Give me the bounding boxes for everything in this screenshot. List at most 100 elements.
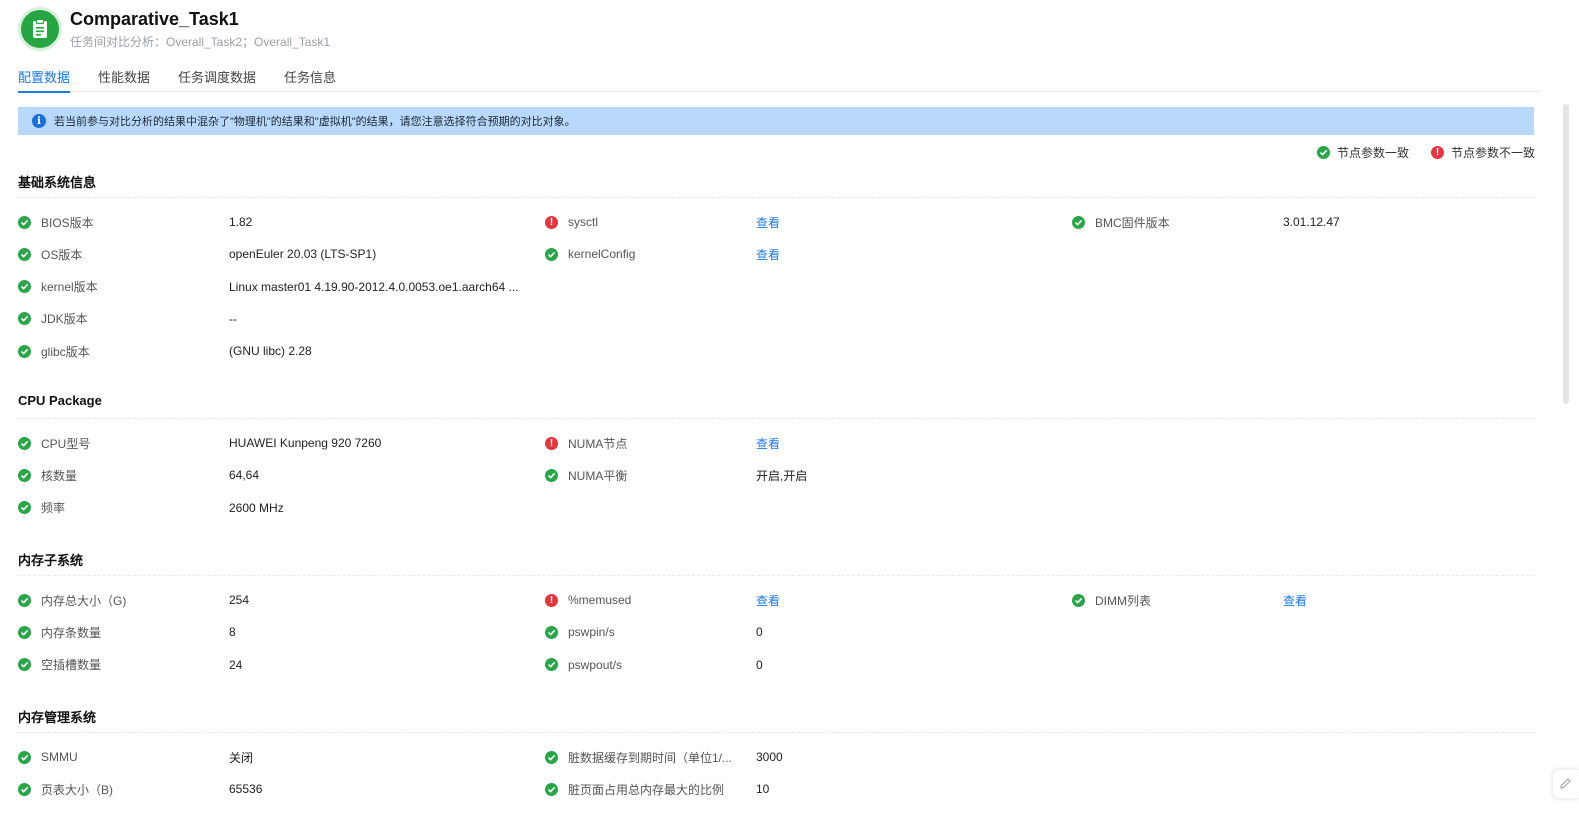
param-label-cell: glibc版本 bbox=[18, 341, 90, 361]
param-value: 1.82 bbox=[229, 215, 253, 229]
view-link[interactable]: 查看 bbox=[756, 244, 780, 264]
param-label: SMMU bbox=[41, 750, 78, 764]
check-circle-icon bbox=[18, 312, 31, 326]
param-label-cell: BMC固件版本 bbox=[1072, 212, 1170, 232]
param-label-cell: ! sysctl bbox=[545, 212, 598, 232]
check-circle-icon bbox=[545, 658, 558, 672]
param-row: glibc版本 (GNU libc) 2.28 bbox=[18, 341, 1534, 373]
param-label-cell: BIOS版本 bbox=[18, 212, 94, 232]
param-label-cell: 核数量 bbox=[18, 465, 77, 485]
param-label-cell: 脏数据缓存到期时间（单位1/... bbox=[545, 747, 732, 767]
param-label-cell: ! NUMA节点 bbox=[545, 433, 627, 453]
param-label: CPU型号 bbox=[41, 436, 91, 451]
param-label-cell: SMMU bbox=[18, 747, 78, 767]
page-title: Comparative_Task1 bbox=[70, 9, 239, 29]
alert-text: 若当前参与对比分析的结果中混杂了"物理机"的结果和"虚拟机"的结果，请您注意选择… bbox=[54, 116, 576, 128]
param-value: 2600 MHz bbox=[229, 500, 284, 515]
check-circle-icon bbox=[545, 625, 558, 639]
param-value: 65536 bbox=[229, 782, 263, 797]
view-link[interactable]: 查看 bbox=[756, 212, 780, 232]
param-value: 8 bbox=[229, 625, 236, 640]
check-circle-icon bbox=[18, 501, 31, 515]
param-label: pswpin/s bbox=[568, 625, 615, 640]
param-value: 64,64 bbox=[229, 468, 260, 483]
view-link[interactable]: 查看 bbox=[1283, 590, 1307, 610]
param-label: kernelConfig bbox=[568, 247, 636, 262]
info-alert: i 若当前参与对比分析的结果中混杂了"物理机"的结果和"虚拟机"的结果，请您注意… bbox=[18, 107, 1534, 135]
view-link[interactable]: 查看 bbox=[756, 433, 780, 453]
check-circle-icon bbox=[18, 468, 31, 482]
param-row: CPU型号 HUAWEI Kunpeng 920 7260! NUMA节点 查看 bbox=[18, 433, 1534, 465]
section-divider bbox=[18, 197, 1534, 198]
check-circle-icon bbox=[1072, 215, 1085, 229]
param-label: 内存条数量 bbox=[41, 625, 102, 640]
tab-bar: 配置数据 性能数据 任务调度数据 任务信息 bbox=[18, 62, 1539, 93]
legend-consistent: 节点参数一致 bbox=[1316, 144, 1409, 161]
tab-performance-data[interactable]: 性能数据 bbox=[98, 62, 150, 92]
check-circle-icon bbox=[1316, 146, 1330, 159]
tab-scheduling-data[interactable]: 任务调度数据 bbox=[178, 62, 256, 92]
param-row: 内存总大小（G) 254 ! %memused 查看 DIMM列表 查看 bbox=[18, 590, 1534, 622]
param-label-cell: 频率 bbox=[18, 498, 65, 518]
param-label: 脏数据缓存到期时间（单位1/... bbox=[568, 750, 733, 765]
check-circle-icon bbox=[545, 750, 558, 764]
param-row: 空插槽数量 24 pswpout/s 0 bbox=[18, 655, 1534, 687]
legend-inconsistent: ! 节点参数不一致 bbox=[1430, 144, 1535, 161]
check-circle-icon bbox=[545, 782, 558, 796]
param-label-cell: JDK版本 bbox=[18, 309, 88, 329]
param-value: 0 bbox=[756, 657, 763, 672]
param-row: 页表大小（B) 65536 脏页面占用总内存最大的比例 10 bbox=[18, 779, 1534, 811]
param-label: kernel版本 bbox=[41, 280, 98, 295]
param-value: Linux master01 4.19.90-2012.4.0.0053.oe1… bbox=[229, 279, 519, 294]
section-title: 基础系统信息 bbox=[18, 175, 97, 190]
tab-config-data[interactable]: 配置数据 bbox=[18, 62, 71, 93]
param-label-cell: 脏页面占用总内存最大的比例 bbox=[545, 779, 724, 799]
edit-icon[interactable] bbox=[1553, 770, 1579, 798]
param-label-cell: 内存总大小（G) bbox=[18, 590, 126, 610]
param-row: BIOS版本 1.82 ! sysctl 查看 BMC固件版本 3.01.12.47 bbox=[18, 212, 1534, 244]
param-label: NUMA节点 bbox=[568, 436, 628, 451]
param-label: BIOS版本 bbox=[41, 215, 94, 230]
check-circle-icon bbox=[18, 344, 31, 358]
param-rows: SMMU 关闭 脏数据缓存到期时间（单位1/... 3000 页表大小（B) 65536 脏… bbox=[18, 747, 1534, 812]
param-value: openEuler 20.03 (LTS-SP1) bbox=[229, 247, 377, 262]
config-section: CPU Package CPU型号 HUAWEI Kunpeng 920 7260!… bbox=[18, 393, 1534, 530]
legend-inconsistent-label: 节点参数不一致 bbox=[1450, 146, 1535, 160]
param-row: SMMU 关闭 脏数据缓存到期时间（单位1/... 3000 bbox=[18, 747, 1534, 779]
param-label-cell: pswpin/s bbox=[545, 622, 615, 642]
param-value: -- bbox=[229, 311, 237, 326]
param-row: 内存条数量 8 pswpin/s 0 bbox=[18, 622, 1534, 654]
param-label-cell: CPU型号 bbox=[18, 433, 90, 453]
param-label: DIMM列表 bbox=[1095, 593, 1151, 608]
param-value: 0 bbox=[756, 625, 763, 640]
param-label: 内存总大小（G) bbox=[41, 593, 127, 608]
param-value: 10 bbox=[756, 782, 770, 797]
vertical-scrollbar[interactable] bbox=[1563, 104, 1569, 404]
param-value: 3000 bbox=[756, 750, 783, 764]
param-label: glibc版本 bbox=[41, 344, 90, 359]
param-label-cell: NUMA平衡 bbox=[545, 465, 627, 485]
check-circle-icon bbox=[18, 436, 31, 450]
param-row: 核数量 64,64 NUMA平衡 开启,开启 bbox=[18, 465, 1534, 497]
param-label: 频率 bbox=[41, 501, 66, 516]
check-circle-icon bbox=[18, 247, 31, 261]
param-value: 3.01.12.47 bbox=[1283, 215, 1340, 229]
param-label-cell: 空插槽数量 bbox=[18, 655, 101, 675]
param-value: 254 bbox=[229, 593, 250, 607]
legend-consistent-label: 节点参数一致 bbox=[1336, 146, 1409, 160]
section-divider bbox=[18, 418, 1534, 419]
check-circle-icon bbox=[18, 625, 31, 639]
param-label: NUMA平衡 bbox=[568, 468, 628, 483]
param-rows: 内存总大小（G) 254 ! %memused 查看 DIMM列表 查看内存条数量 8 pswp… bbox=[18, 590, 1534, 687]
param-label-cell: kernelConfig bbox=[545, 244, 635, 264]
param-label-cell: ! %memused bbox=[545, 590, 631, 610]
param-rows: CPU型号 HUAWEI Kunpeng 920 7260! NUMA节点 查看 核数量… bbox=[18, 433, 1534, 530]
check-circle-icon bbox=[18, 750, 31, 764]
param-row: 频率 2600 MHz bbox=[18, 498, 1534, 530]
param-value: 24 bbox=[229, 657, 243, 672]
param-value: 关闭 bbox=[229, 750, 254, 765]
param-row: kernel版本 Linux master01 4.19.90-2012.4.0.… bbox=[18, 277, 1534, 309]
tab-task-info[interactable]: 任务信息 bbox=[284, 62, 336, 92]
view-link[interactable]: 查看 bbox=[756, 590, 780, 610]
exclamation-circle-icon: ! bbox=[545, 436, 558, 450]
